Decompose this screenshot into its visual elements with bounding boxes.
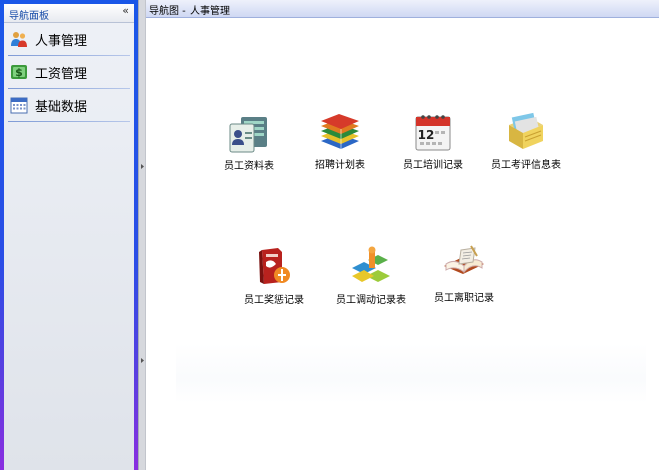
tile-label: 招聘计划表 (315, 160, 365, 171)
people-icon (11, 32, 27, 47)
file-folders-icon (509, 112, 543, 149)
collapse-chevron-icon[interactable]: « (122, 5, 129, 16)
tile-label: 员工考评信息表 (491, 160, 561, 171)
navigation-map-canvas: 员工资料表 招聘计划表 12 员工培训记录 员工考评信息表 员工奖惩记录 员工调… (146, 18, 659, 470)
tile-label: 员工离职记录 (434, 293, 494, 304)
tile-resignation-records[interactable]: 员工离职记录 (414, 244, 514, 304)
books-icon (321, 114, 359, 149)
tile-reward-punishment[interactable]: 员工奖惩记录 (224, 244, 324, 306)
background-fade (176, 343, 646, 403)
nav-divider (8, 121, 130, 122)
breadcrumb-current: 人事管理 (190, 6, 230, 17)
splitter-grip-icon (141, 352, 144, 363)
tile-label: 员工培训记录 (403, 160, 463, 171)
employee-card-icon (229, 117, 267, 153)
svg-text:$: $ (15, 66, 23, 79)
breadcrumb: 导航图 - 人事管理 (146, 0, 659, 18)
nav-item-label: 工资管理 (35, 66, 88, 82)
nav-item-personnel[interactable]: 人事管理 (4, 23, 134, 55)
open-book-icon (444, 245, 484, 274)
splitter-grip-icon (141, 158, 144, 169)
transfer-icon (352, 246, 390, 282)
nav-item-salary[interactable]: $ 工资管理 (4, 56, 134, 88)
nav-item-label: 基础数据 (35, 99, 88, 115)
calendar-icon (10, 97, 28, 114)
calendar-12-icon: 12 (415, 115, 451, 151)
reward-punish-icon (259, 248, 290, 284)
navigation-panel: 导航面板 « 人事管理 $ 工资管理 基础数据 (0, 0, 138, 470)
calendar-day: 12 (418, 128, 435, 142)
nav-item-label: 人事管理 (35, 33, 88, 49)
tile-recruitment-plan[interactable]: 招聘计划表 (290, 111, 390, 171)
tile-transfer-records[interactable]: 员工调动记录表 (321, 246, 421, 306)
breadcrumb-prefix: 导航图 - (149, 6, 186, 17)
panel-splitter[interactable] (138, 0, 146, 470)
tile-evaluation-info[interactable]: 员工考评信息表 (476, 111, 576, 171)
navigation-panel-header: 导航面板 « (4, 4, 134, 23)
tile-training-records[interactable]: 12 员工培训记录 (383, 111, 483, 171)
nav-item-base-data[interactable]: 基础数据 (4, 89, 134, 121)
tile-employee-profile[interactable]: 员工资料表 (199, 114, 299, 172)
tile-label: 员工奖惩记录 (244, 295, 304, 306)
navigation-panel-title: 导航面板 (9, 11, 49, 22)
tile-label: 员工资料表 (224, 161, 274, 172)
money-icon: $ (11, 65, 27, 79)
tile-label: 员工调动记录表 (336, 295, 406, 306)
navigation-panel-body: 导航面板 « 人事管理 $ 工资管理 基础数据 (4, 4, 134, 470)
